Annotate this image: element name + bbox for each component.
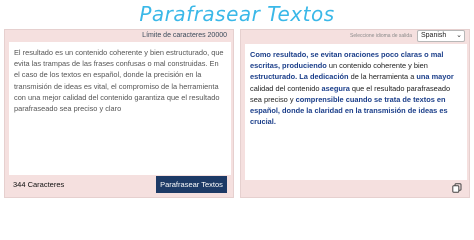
input-text: El resultado es un contenido coherente y…	[14, 48, 224, 114]
output-language-label: Seleccione idioma de salida	[350, 33, 412, 39]
character-count: 344 Caracteres	[13, 180, 65, 189]
output-textarea[interactable]: Como resultado, se evitan oraciones poco…	[245, 44, 467, 180]
output-topbar: Seleccione idioma de salida Spanish ⌄	[241, 30, 469, 42]
output-text: Como resultado, se evitan oraciones poco…	[250, 49, 462, 127]
output-panel: Seleccione idioma de salida Spanish ⌄ Co…	[240, 29, 470, 198]
output-language-select[interactable]: Spanish ⌄	[417, 30, 465, 42]
input-panel: Límite de caracteres 20000 El resultado …	[4, 29, 234, 198]
paraphrase-button[interactable]: Parafrasear Textos	[156, 176, 227, 193]
output-unchanged-segment: calidad del contenido	[250, 83, 322, 93]
chevron-down-icon: ⌄	[456, 32, 462, 39]
output-changed-segment: asegura	[321, 83, 350, 93]
character-limit-label: Límite de caracteres 20000	[142, 32, 227, 39]
output-changed-segment: estructurado. La dedicación	[250, 72, 349, 82]
input-textarea[interactable]: El resultado es un contenido coherente y…	[9, 42, 231, 175]
output-unchanged-segment: de la herramienta a	[348, 72, 417, 82]
input-bottombar: 344 Caracteres Parafrasear Textos	[5, 174, 233, 197]
output-changed-segment: una mayor	[416, 72, 454, 82]
copy-icon[interactable]	[452, 183, 462, 193]
page-title: Parafrasear Textos	[139, 2, 335, 26]
output-unchanged-segment: un contenido coherente y bien	[326, 61, 428, 71]
input-topbar: Límite de caracteres 20000	[5, 30, 233, 42]
output-language-value: Spanish	[421, 32, 447, 39]
